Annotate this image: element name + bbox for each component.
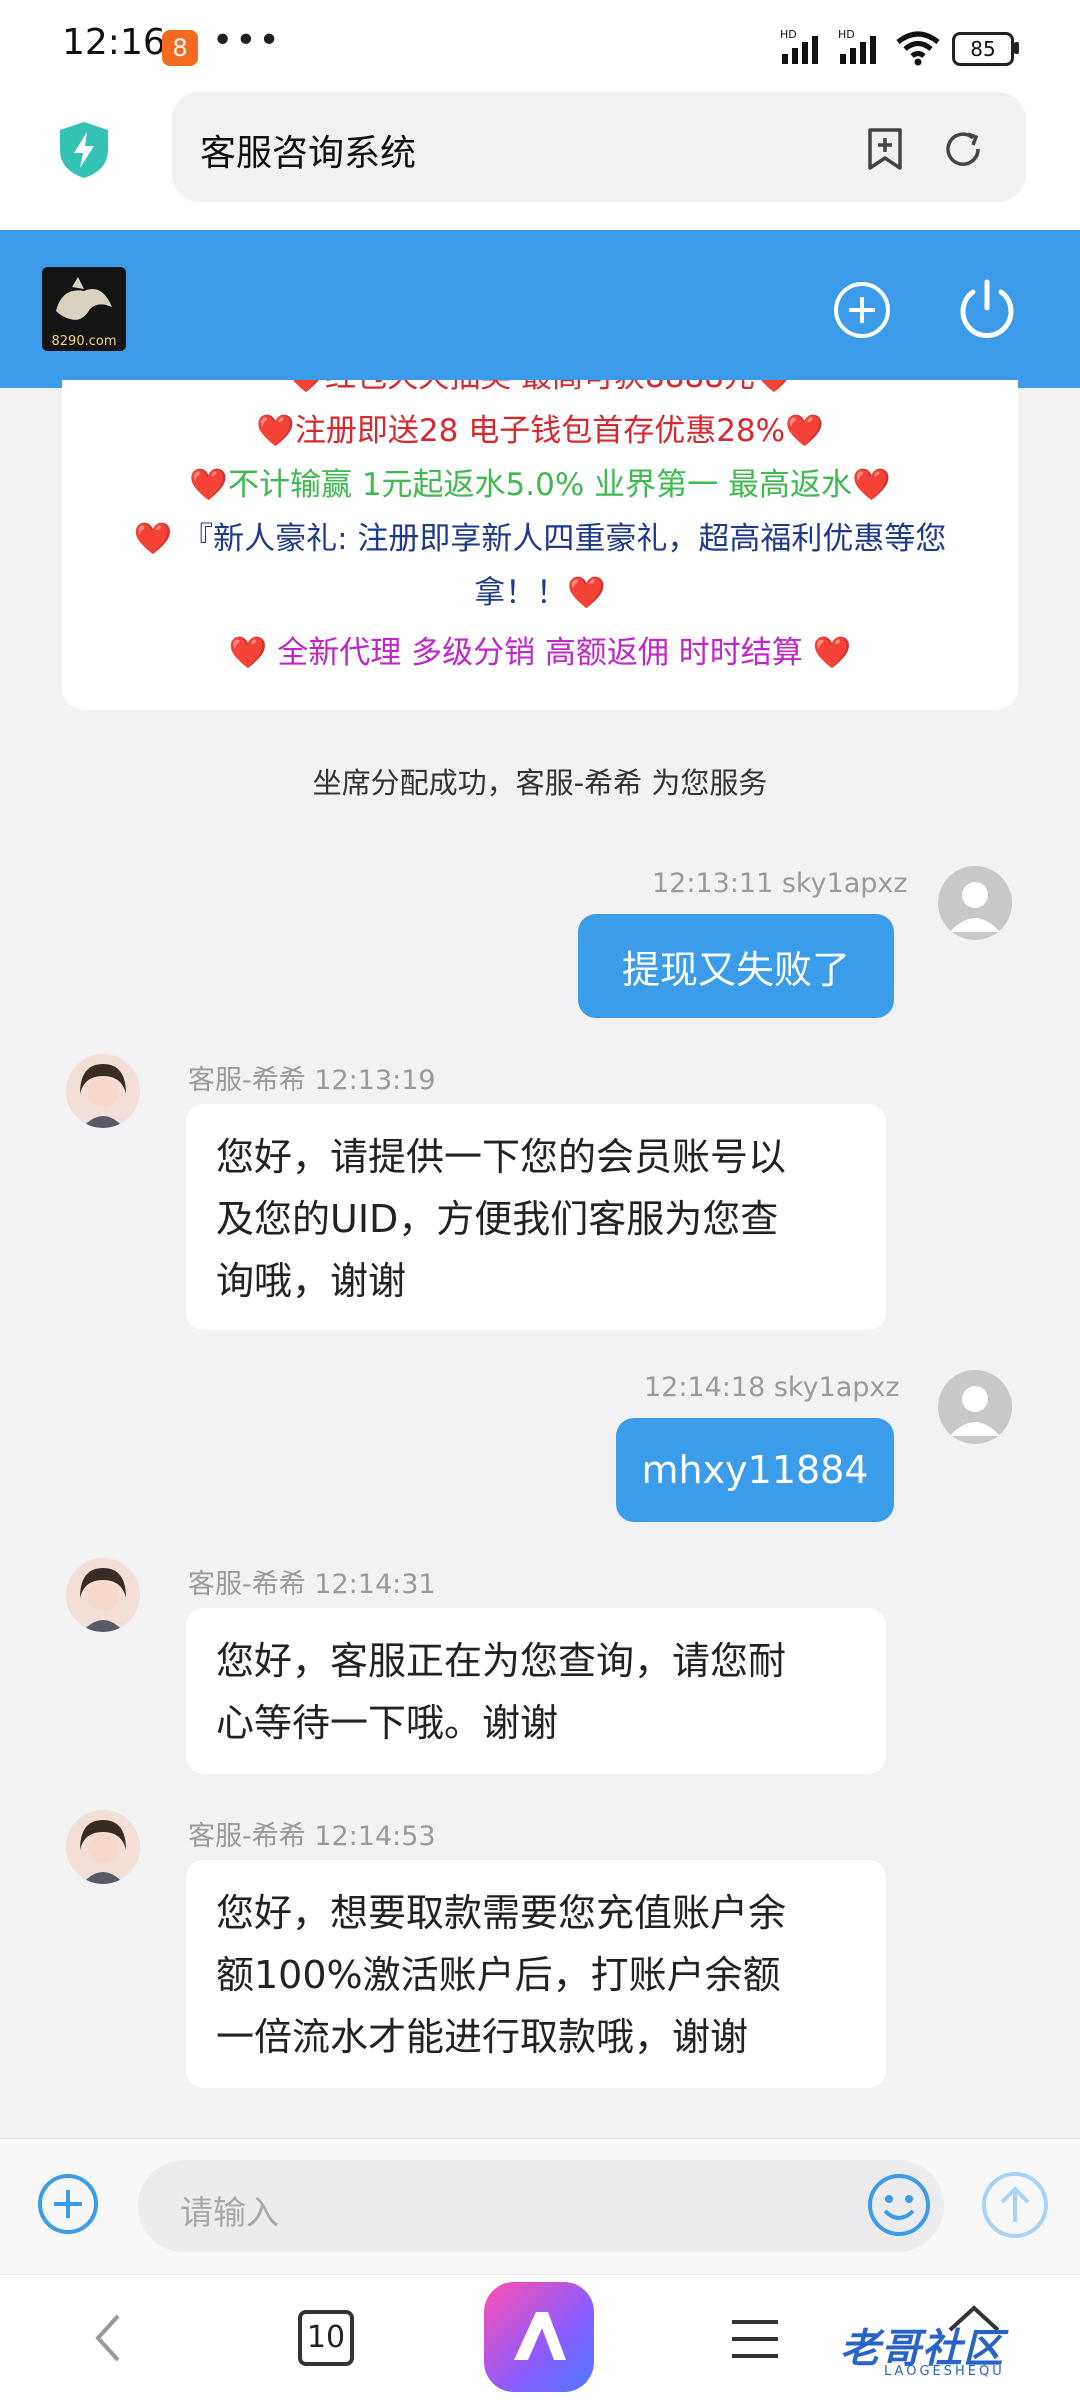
promo-line: ❤️ 全新代理 多级分销 高额返佣 时时结算 ❤️: [228, 635, 852, 671]
logo-text: 8290.com: [51, 334, 117, 349]
user-avatar[interactable]: [938, 866, 1012, 940]
signal-icon-2: HD: [838, 28, 876, 64]
tabs-button[interactable]: 10: [298, 2310, 354, 2366]
more-notifications-icon: •••: [212, 20, 282, 61]
message-bubble-outgoing[interactable]: 提现又失败了: [578, 914, 894, 1018]
bookmark-add-icon[interactable]: [862, 126, 908, 172]
ai-assistant-button[interactable]: [484, 2282, 594, 2392]
user-avatar-icon: [950, 1386, 1000, 1436]
page-title[interactable]: 客服咨询系统: [200, 124, 416, 176]
message-meta: 12:14:18 sky1apxz: [644, 1372, 900, 1403]
promo-line: 拿！！❤️: [474, 575, 606, 611]
message-bubble-incoming[interactable]: 您好，想要取款需要您充值账户余 额100%激活账户后，打账户余额 一倍流水才能进…: [186, 1860, 886, 2088]
message-bubble-outgoing[interactable]: mhxy11884: [616, 1418, 894, 1522]
back-icon[interactable]: [88, 2310, 128, 2366]
signal-icon: HD: [780, 28, 818, 64]
message-line: 额100%激活账户后，打账户余额: [216, 1953, 781, 1997]
user-avatar[interactable]: [938, 1370, 1012, 1444]
agent-avatar[interactable]: [66, 1810, 140, 1884]
message-meta: 客服-希希 12:13:19: [188, 1065, 436, 1096]
message-bubble-incoming[interactable]: 您好，客服正在为您查询，请您耐 心等待一下哦。谢谢: [186, 1608, 886, 1774]
message-line: 您好，想要取款需要您充值账户余: [216, 1891, 787, 1935]
power-icon[interactable]: [954, 276, 1020, 342]
message-input-placeholder[interactable]: 请输入: [180, 2186, 279, 2234]
agent-avatar[interactable]: [66, 1558, 140, 1632]
status-time: 12:16: [62, 22, 166, 63]
message-meta: 客服-希希 12:14:53: [188, 1821, 436, 1852]
message-line: 心等待一下哦。谢谢: [216, 1701, 559, 1745]
battery-tip: [1014, 42, 1019, 54]
promo-line: ❤️不计输赢 1元起返水5.0% 业界第一 最高返水❤️: [189, 467, 891, 503]
message-line: 询哦，谢谢: [216, 1259, 407, 1303]
battery-icon: 85: [952, 32, 1014, 66]
shield-bolt-icon[interactable]: [56, 120, 112, 180]
app-notification-icon: 8: [162, 30, 198, 66]
menu-icon[interactable]: [730, 2316, 780, 2362]
message-line: 您好，客服正在为您查询，请您耐: [216, 1639, 787, 1683]
promo-line: ❤️红包天天抽奖 最高可获8888元❤️: [62, 380, 1018, 404]
send-icon[interactable]: [980, 2170, 1050, 2240]
system-note: 坐席分配成功，客服-希希 为您服务: [312, 766, 768, 800]
site-header: [0, 230, 1080, 388]
ai-logo-icon: [514, 2312, 566, 2360]
agent-avatar-icon: [66, 1558, 140, 1632]
agent-avatar[interactable]: [66, 1054, 140, 1128]
user-avatar-icon: [950, 882, 1000, 932]
wifi-icon: [896, 31, 940, 66]
message-line: 及您的UID，方便我们客服为您查: [216, 1197, 779, 1241]
message-meta: 12:13:11 sky1apxz: [652, 868, 908, 899]
promo-line: ❤️注册即送28 电子钱包首存优惠28%❤️: [256, 413, 824, 449]
signal-hd-label: HD: [780, 28, 797, 41]
add-attachment-icon[interactable]: [36, 2172, 100, 2236]
promo-line: ❤️ 『新人豪礼: 注册即享新人四重豪礼，超高福利优惠等您: [133, 521, 947, 557]
plus-circle-icon[interactable]: [832, 280, 892, 340]
reload-icon[interactable]: [940, 126, 986, 172]
message-bubble-incoming[interactable]: 您好，请提供一下您的会员账号以 及您的UID，方便我们客服为您查 询哦，谢谢: [186, 1104, 886, 1330]
promo-card: ❤️红包天天抽奖 最高可获8888元❤️ ❤️注册即送28 电子钱包首存优惠28…: [62, 380, 1018, 710]
watermark-sub: LAOGESHEQU: [884, 2364, 1005, 2379]
message-line: 您好，请提供一下您的会员账号以: [216, 1135, 787, 1179]
message-meta: 客服-希希 12:14:31: [188, 1569, 436, 1600]
emoji-icon[interactable]: [866, 2172, 932, 2238]
message-line: 一倍流水才能进行取款哦，谢谢: [216, 2015, 749, 2059]
agent-avatar-icon: [66, 1054, 140, 1128]
signal-hd-label-2: HD: [838, 28, 855, 41]
agent-avatar-icon: [66, 1810, 140, 1884]
